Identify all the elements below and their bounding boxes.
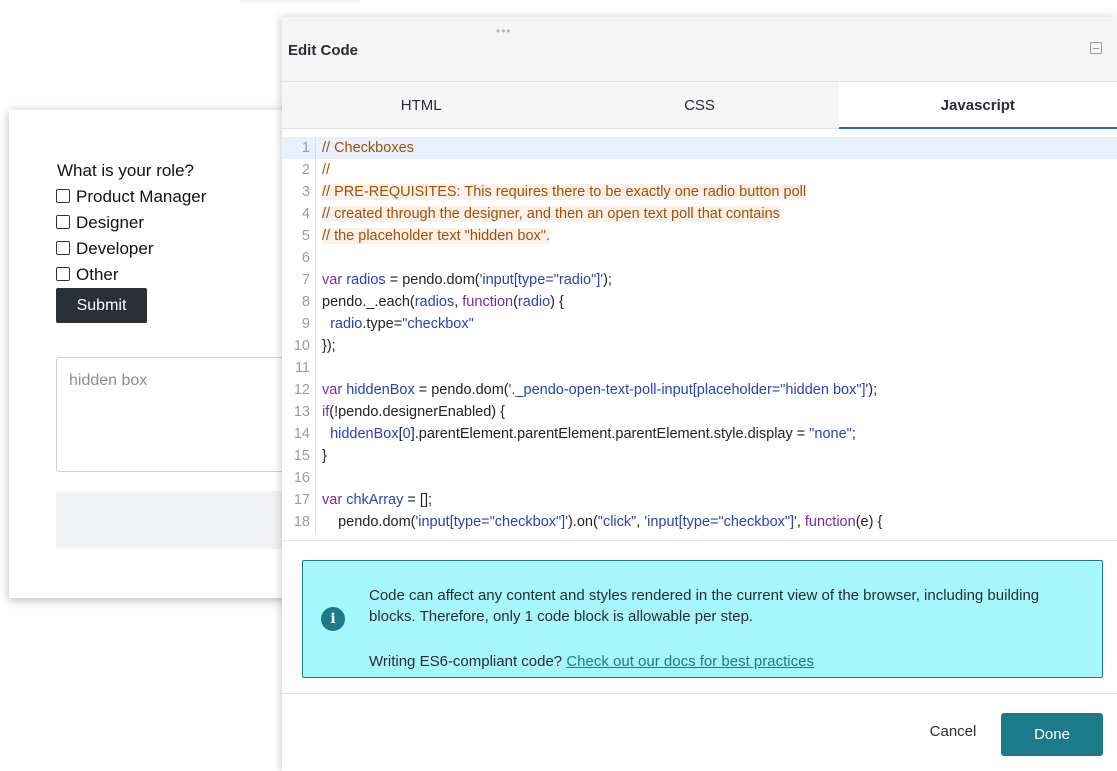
code-text[interactable]: var chkArray = [];	[316, 489, 432, 511]
line-number: 3	[282, 181, 316, 203]
code-line[interactable]: 11	[282, 357, 1117, 379]
poll-option-developer[interactable]: Developer	[56, 239, 154, 259]
line-number: 14	[282, 423, 316, 445]
line-number: 8	[282, 291, 316, 313]
code-line[interactable]: 3// PRE-REQUISITES: This requires there …	[282, 181, 1117, 203]
line-number: 1	[282, 137, 316, 159]
info-message: Code can affect any content and styles r…	[369, 587, 1040, 625]
line-number: 15	[282, 445, 316, 467]
tab-javascript[interactable]: Javascript	[838, 82, 1117, 129]
line-number: 7	[282, 269, 316, 291]
code-line[interactable]: 15}	[282, 445, 1117, 467]
code-text[interactable]: // Checkboxes	[316, 137, 414, 159]
modal-title: Edit Code	[288, 42, 358, 59]
top-shadow	[240, 0, 360, 6]
line-number: 18	[282, 511, 316, 533]
code-line[interactable]: 17 var chkArray = [];	[282, 489, 1117, 511]
info-es6-line: Writing ES6-compliant code? Check out ou…	[369, 653, 814, 670]
tab-html[interactable]: HTML	[282, 82, 560, 128]
guide-footer-bar	[56, 491, 316, 549]
code-text[interactable]: }	[316, 445, 327, 467]
code-text[interactable]: hiddenBox[0].parentElement.parentElement…	[316, 423, 856, 445]
docs-link[interactable]: Check out our docs for best practices	[566, 653, 814, 670]
code-text[interactable]: pendo._.each(radios, function(radio) {	[316, 291, 564, 313]
code-tabs: HTML CSS Javascript	[282, 82, 1117, 129]
code-text[interactable]: });	[316, 335, 336, 357]
code-text[interactable]: // PRE-REQUISITES: This requires there t…	[316, 181, 807, 203]
code-editor[interactable]: 1// Checkboxes 2//3// PRE-REQUISITES: Thi…	[282, 129, 1117, 541]
poll-option-product-manager[interactable]: Product Manager	[56, 187, 206, 207]
code-line[interactable]: 16	[282, 467, 1117, 489]
line-number: 11	[282, 357, 316, 379]
line-number: 2	[282, 159, 316, 181]
tab-css[interactable]: CSS	[560, 82, 838, 128]
code-line[interactable]: 13 if(!pendo.designerEnabled) {	[282, 401, 1117, 423]
done-button[interactable]: Done	[1001, 713, 1103, 756]
checkbox-icon[interactable]	[56, 267, 70, 281]
code-line[interactable]: 10});	[282, 335, 1117, 357]
line-number: 17	[282, 489, 316, 511]
info-callout: i Code can affect any content and styles…	[302, 560, 1103, 678]
code-line[interactable]: 5// the placeholder text "hidden box".	[282, 225, 1117, 247]
poll-option-label: Developer	[76, 239, 154, 258]
checkbox-icon[interactable]	[56, 189, 70, 203]
line-number: 16	[282, 467, 316, 489]
poll-option-label: Designer	[76, 213, 145, 232]
line-number: 6	[282, 247, 316, 269]
line-number: 10	[282, 335, 316, 357]
code-line[interactable]: 2//	[282, 159, 1117, 181]
code-line[interactable]: 14 hiddenBox[0].parentElement.parentElem…	[282, 423, 1117, 445]
code-line[interactable]: 6	[282, 247, 1117, 269]
poll-question: What is your role?	[57, 161, 194, 180]
line-number: 13	[282, 401, 316, 423]
edit-code-modal: ••• Edit Code HTML CSS Javascript 1// Ch…	[282, 17, 1117, 771]
editor-divider	[282, 540, 1117, 541]
code-line[interactable]: 18 pendo.dom('input[type="checkbox"]').o…	[282, 511, 1117, 533]
poll-option-label: Other	[76, 265, 119, 284]
code-text[interactable]: if(!pendo.designerEnabled) {	[316, 401, 505, 423]
checkbox-icon[interactable]	[56, 241, 70, 255]
code-line[interactable]: 4// created through the designer, and th…	[282, 203, 1117, 225]
poll-option-other[interactable]: Other	[56, 265, 119, 285]
hidden-box-textarea[interactable]: hidden box	[56, 357, 316, 472]
drag-handle-icon[interactable]: •••	[496, 24, 512, 38]
info-icon: i	[321, 607, 345, 631]
submit-button[interactable]: Submit	[56, 288, 147, 323]
code-text[interactable]: var radios = pendo.dom('input[type="radi…	[316, 269, 612, 291]
code-line[interactable]: 1// Checkboxes	[282, 137, 1117, 159]
poll-option-designer[interactable]: Designer	[56, 213, 144, 233]
code-line[interactable]: 8 pendo._.each(radios, function(radio) {	[282, 291, 1117, 313]
footer-divider	[282, 693, 1117, 694]
code-text[interactable]: // created through the designer, and the…	[316, 203, 780, 225]
code-text[interactable]: //	[316, 159, 330, 181]
line-number: 4	[282, 203, 316, 225]
minimize-icon[interactable]	[1090, 42, 1102, 54]
code-line[interactable]: 9 radio.type="checkbox"	[282, 313, 1117, 335]
line-number: 12	[282, 379, 316, 401]
es6-prompt: Writing ES6-compliant code?	[369, 653, 563, 670]
code-text[interactable]: radio.type="checkbox"	[316, 313, 474, 335]
modal-header: ••• Edit Code	[282, 17, 1117, 82]
code-line[interactable]: 12 var hiddenBox = pendo.dom('._pendo-ope…	[282, 379, 1117, 401]
guide-preview-card: What is your role? Product Manager Desig…	[9, 110, 316, 598]
poll-option-label: Product Manager	[76, 187, 207, 206]
cancel-button[interactable]: Cancel	[918, 714, 988, 748]
line-number: 5	[282, 225, 316, 247]
code-text[interactable]: pendo.dom('input[type="checkbox"]').on("…	[316, 511, 882, 533]
code-text[interactable]: var hiddenBox = pendo.dom('._pendo-open-…	[316, 379, 877, 401]
checkbox-icon[interactable]	[56, 215, 70, 229]
code-text[interactable]: // the placeholder text "hidden box".	[316, 225, 550, 247]
code-line[interactable]: 7 var radios = pendo.dom('input[type="rad…	[282, 269, 1117, 291]
line-number: 9	[282, 313, 316, 335]
